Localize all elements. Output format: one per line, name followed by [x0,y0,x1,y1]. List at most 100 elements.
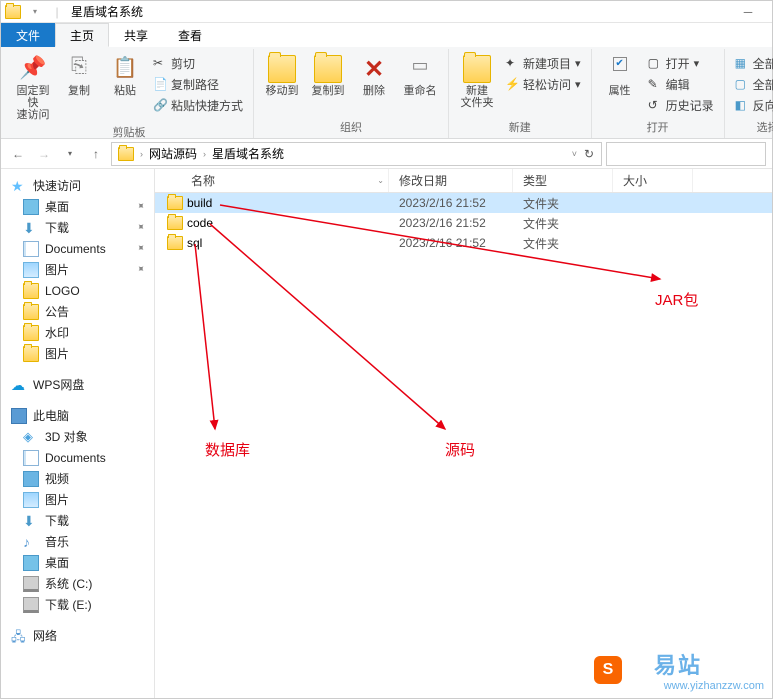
annotation-db: 数据库 [205,439,250,460]
history-button[interactable]: ↺历史记录 [644,95,718,115]
copy-button[interactable]: ⎘ 复制 [57,51,101,101]
open-button[interactable]: ▢打开 ▾ [644,53,718,73]
chevron-right-icon[interactable]: › [140,149,143,159]
properties-button[interactable]: ✔ 属性 [598,51,642,101]
newitem-button[interactable]: ✦新建项目 ▾ [501,53,585,73]
cut-button[interactable]: ✂剪切 [149,53,247,73]
chevron-down-icon[interactable]: ⌄ [377,176,384,185]
pin-icon: ✦ [133,263,147,277]
file-type: 文件夹 [513,195,613,212]
tab-file[interactable]: 文件 [1,23,55,47]
selectall-button[interactable]: ▦全部选择 [731,53,773,73]
up-button[interactable]: ↑ [85,143,107,165]
sidebar-music[interactable]: ♪音乐 [5,531,154,552]
divider-icon: | [49,4,65,20]
selectall-icon: ▦ [735,56,749,70]
sogou-logo: S [594,656,622,684]
edit-icon: ✎ [648,77,662,91]
sidebar-pictures3[interactable]: 图片 [5,489,154,510]
tab-view[interactable]: 查看 [163,23,217,47]
paste-icon: 📋 [111,55,139,83]
paste-shortcut-button[interactable]: 🔗粘贴快捷方式 [149,95,247,115]
sidebar-pictures2[interactable]: 图片 [5,343,154,364]
file-type: 文件夹 [513,235,613,252]
new-group-label: 新建 [509,120,531,136]
paste-button[interactable]: 📋 粘贴 [103,51,147,101]
col-size[interactable]: 大小 [613,169,693,192]
invert-button[interactable]: ◧反向选择 [731,95,773,115]
sidebar-drive-c[interactable]: 系统 (C:) [5,573,154,594]
sidebar-desktop2[interactable]: 桌面 [5,552,154,573]
sidebar-wps[interactable]: ☁WPS网盘 [5,374,154,395]
watermark-url: www.yizhanzzw.com [664,680,764,692]
navigation-pane[interactable]: ★快速访问 桌面✦ ⬇下载✦ Documents✦ 图片✦ LOGO 公告 水印… [1,169,155,698]
easyaccess-button[interactable]: ⚡轻松访问 ▾ [501,74,585,94]
file-name: build [187,196,212,210]
breadcrumb-seg-2[interactable]: 星盾域名系统 [208,145,288,162]
moveto-button[interactable]: 移动到 [260,51,304,101]
back-button[interactable]: ← [7,143,29,165]
sidebar-documents2[interactable]: Documents [5,447,154,468]
newfolder-button[interactable]: 新建 文件夹 [455,51,499,113]
desktop-icon [23,199,39,215]
newfolder-icon [463,55,491,83]
sidebar-pictures[interactable]: 图片✦ [5,259,154,280]
breadcrumb[interactable]: › 网站源码 › 星盾域名系统 ˅ ↻ [111,142,602,166]
sidebar-logo[interactable]: LOGO [5,280,154,301]
edit-button[interactable]: ✎编辑 [644,74,718,94]
folder-icon [23,346,39,362]
rename-icon: ▭ [406,55,434,83]
delete-button[interactable]: ✕ 删除 [352,51,396,101]
sidebar-downloads[interactable]: ⬇下载✦ [5,217,154,238]
rename-button[interactable]: ▭ 重命名 [398,51,442,101]
copypath-button[interactable]: 📄复制路径 [149,74,247,94]
pc-icon [11,408,27,424]
folder-icon [5,4,21,20]
folder-icon [167,236,183,250]
quick-access[interactable]: ★快速访问 [5,175,154,196]
pin-quickaccess-button[interactable]: 📌 固定到快 速访问 [11,51,55,125]
selectnone-button[interactable]: ▢全部取消 [731,74,773,94]
breadcrumb-seg-1[interactable]: 网站源码 [145,145,201,162]
dropdown-icon[interactable]: ▾ [27,4,43,20]
tab-share[interactable]: 共享 [109,23,163,47]
table-row[interactable]: sql2023/2/16 21:52文件夹 [155,233,772,253]
shortcut-icon: 🔗 [153,98,167,112]
file-list[interactable]: 名称⌄ 修改日期 类型 大小 build2023/2/16 21:52文件夹co… [155,169,772,698]
sidebar-watermark[interactable]: 水印 [5,322,154,343]
chevron-right-icon[interactable]: › [203,149,206,159]
sidebar-videos[interactable]: 视频 [5,468,154,489]
easyaccess-icon: ⚡ [505,77,519,91]
chevron-down-icon[interactable]: ˅ [572,149,577,159]
col-type[interactable]: 类型 [513,169,613,192]
minimize-button[interactable]: ─ [728,1,768,23]
forward-button[interactable]: → [33,143,55,165]
sidebar-downloads2[interactable]: ⬇下载 [5,510,154,531]
copypath-icon: 📄 [153,77,167,91]
sidebar-thispc[interactable]: 此电脑 [5,405,154,426]
folder-icon [23,304,39,320]
sidebar-drive-e[interactable]: 下载 (E:) [5,594,154,615]
sidebar-documents[interactable]: Documents✦ [5,238,154,259]
col-date[interactable]: 修改日期 [389,169,513,192]
copyto-button[interactable]: 复制到 [306,51,350,101]
sidebar-desktop[interactable]: 桌面✦ [5,196,154,217]
scissors-icon: ✂ [153,56,167,70]
column-headers: 名称⌄ 修改日期 类型 大小 [155,169,772,193]
table-row[interactable]: build2023/2/16 21:52文件夹 [155,193,772,213]
refresh-button[interactable]: ↻ [579,147,599,161]
ribbon: 📌 固定到快 速访问 ⎘ 复制 📋 粘贴 ✂剪切 📄复制路径 🔗粘贴快捷方式 剪… [1,47,772,139]
copyto-icon [314,55,342,83]
sidebar-network[interactable]: 🖧网络 [5,625,154,646]
table-row[interactable]: code2023/2/16 21:52文件夹 [155,213,772,233]
col-name[interactable]: 名称⌄ [155,169,389,192]
sidebar-notice[interactable]: 公告 [5,301,154,322]
tab-home[interactable]: 主页 [55,23,109,47]
sidebar-3dobjects[interactable]: ◈3D 对象 [5,426,154,447]
pin-icon: ✦ [133,200,147,214]
moveto-icon [268,55,296,83]
folder-icon [167,216,183,230]
recent-button[interactable]: ▾ [59,143,81,165]
document-icon [23,450,39,466]
search-input[interactable]: 搜索"星盾域名系统" [606,142,766,166]
